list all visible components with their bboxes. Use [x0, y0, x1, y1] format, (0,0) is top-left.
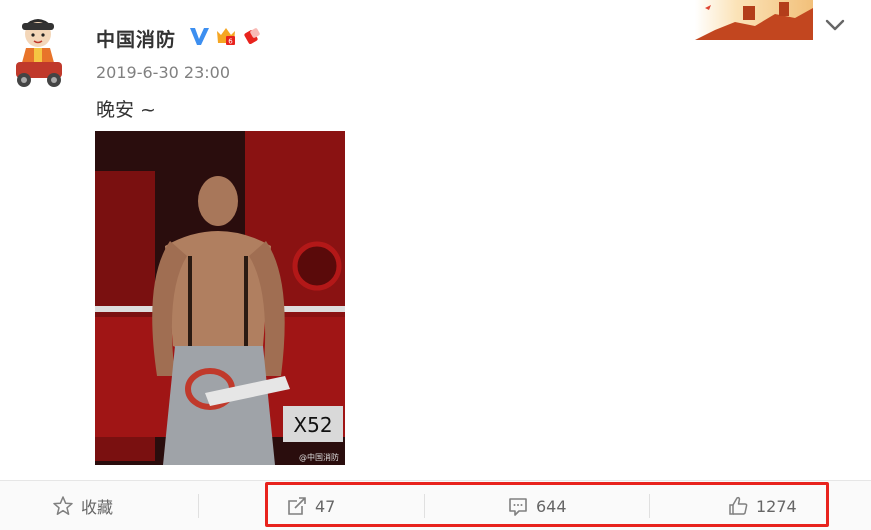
verified-v-icon — [190, 28, 209, 45]
share-arrow-icon — [288, 497, 306, 515]
post-image[interactable]: X52 @中国消防 — [95, 131, 345, 465]
vip-crown-badge-icon[interactable]: 6 — [215, 25, 237, 47]
post-timestamp[interactable]: 2019-6-30 23:00 — [96, 63, 230, 82]
user-badges: 6 — [188, 25, 264, 47]
avatar[interactable] — [8, 14, 74, 88]
thumbs-up-icon — [729, 496, 748, 515]
comment-button[interactable]: 644 — [507, 481, 567, 530]
divider — [649, 494, 650, 518]
favorite-label: 收藏 — [81, 498, 114, 517]
divider — [198, 494, 199, 518]
divider — [424, 494, 425, 518]
great-wall-banner — [695, 0, 813, 40]
action-bar: 收藏 47 644 1274 — [0, 480, 871, 530]
star-icon — [53, 496, 73, 515]
svg-text:6: 6 — [228, 38, 233, 46]
comment-count: 644 — [536, 496, 567, 516]
chevron-down-icon[interactable] — [822, 12, 848, 38]
user-name[interactable]: 中国消防 — [96, 25, 176, 52]
like-count: 1274 — [756, 496, 797, 516]
comment-icon — [509, 498, 527, 516]
repost-count: 47 — [315, 496, 336, 516]
repost-button[interactable]: 47 — [286, 481, 335, 530]
image-watermark: @中国消防 — [299, 453, 339, 462]
flag-badge-icon[interactable] — [242, 25, 264, 47]
svg-text:X52: X52 — [293, 413, 332, 437]
favorite-button[interactable]: 收藏 — [52, 481, 113, 530]
post-text: 晚安 ~ — [96, 99, 156, 121]
like-button[interactable]: 1274 — [727, 481, 797, 530]
